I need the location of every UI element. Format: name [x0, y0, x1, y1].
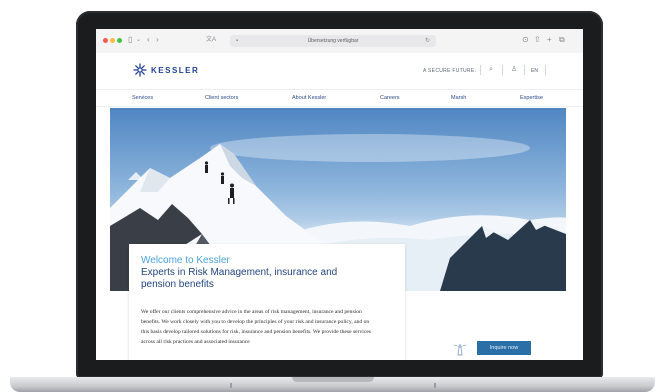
chevron-down-icon[interactable]: ⌄ — [136, 35, 141, 45]
forward-icon[interactable]: › — [156, 35, 159, 45]
nav-item-services[interactable]: Services — [132, 94, 153, 102]
sidebar-icon[interactable]: ▯ — [128, 35, 132, 45]
address-bar[interactable]: ▪ Übersetzung verfügbar ↻ — [230, 35, 436, 47]
logo-text[interactable]: KESSLER — [151, 66, 199, 76]
language-switch[interactable]: EN — [531, 67, 538, 75]
laptop-screen: ▯ ⌄ ‹ › 文A ▪ Übersetzung verfügbar ↻ ⊙ ⇧… — [96, 29, 583, 360]
divider — [480, 65, 481, 75]
inquire-now-button[interactable]: Inquire now — [477, 341, 531, 355]
welcome-title: Welcome to Kessler — [141, 255, 230, 266]
nav-item-careers[interactable]: Careers — [380, 94, 400, 102]
welcome-card: Welcome to Kessler Experts in Risk Manag… — [129, 244, 405, 360]
hinge-mark — [434, 383, 436, 388]
divider — [524, 65, 525, 75]
welcome-subtitle: Experts in Risk Management, insurance an… — [141, 267, 338, 290]
download-icon[interactable]: ⊙ — [522, 35, 529, 45]
close-window-button[interactable] — [103, 38, 108, 43]
share-icon[interactable]: ⇧ — [534, 35, 541, 45]
divider — [545, 65, 546, 75]
lighthouse-icon — [453, 343, 467, 356]
divider — [502, 65, 503, 75]
new-tab-icon[interactable]: + — [547, 35, 552, 45]
browser-toolbar: ▯ ⌄ ‹ › 文A ▪ Übersetzung verfügbar ↻ ⊙ ⇧… — [96, 29, 583, 54]
tagline: A SECURE FUTURE. — [423, 68, 477, 74]
nav-item-expertise[interactable]: Expertise — [520, 94, 543, 102]
user-icon[interactable]: ♙ — [511, 65, 517, 75]
minimize-window-button[interactable] — [110, 38, 115, 43]
refresh-icon[interactable]: ↻ — [425, 36, 430, 46]
nav-item-client-sectors[interactable]: Client sectors — [205, 94, 238, 102]
site-header: KESSLER A SECURE FUTURE. ⌕ ♙ EN — [96, 53, 583, 89]
search-icon[interactable]: ⌕ — [489, 65, 493, 75]
hinge-mark — [230, 383, 232, 388]
kessler-logo-icon[interactable] — [133, 63, 147, 77]
translate-icon[interactable]: 文A — [206, 35, 216, 45]
tabs-icon[interactable]: ⧉ — [559, 35, 565, 45]
nav-item-about-kessler[interactable]: About Kessler — [292, 94, 326, 102]
zoom-window-button[interactable] — [117, 38, 122, 43]
nav-item-marsh[interactable]: Marsh — [451, 94, 466, 102]
main-navigation: Services Client sectors About Kessler Ca… — [96, 89, 583, 107]
address-bar-text: Übersetzung verfügbar — [307, 38, 359, 44]
welcome-body-text: We offer our clients comprehensive advic… — [141, 309, 371, 345]
laptop-notch — [292, 377, 374, 382]
back-icon[interactable]: ‹ — [147, 35, 150, 45]
